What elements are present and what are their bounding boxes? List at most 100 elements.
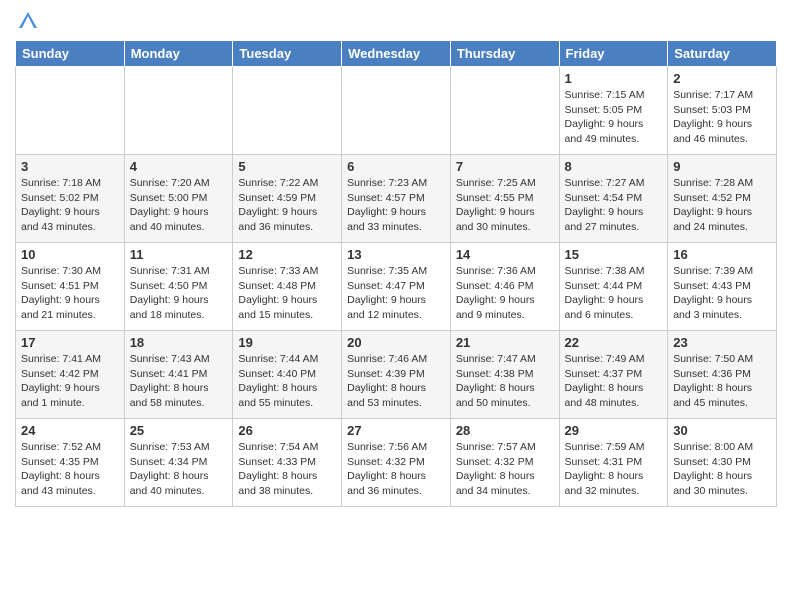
calendar-table: SundayMondayTuesdayWednesdayThursdayFrid… [15, 40, 777, 507]
day-number: 16 [673, 247, 771, 262]
day-number: 8 [565, 159, 663, 174]
day-info: Sunrise: 7:49 AM Sunset: 4:37 PM Dayligh… [565, 352, 663, 411]
calendar-cell: 26Sunrise: 7:54 AM Sunset: 4:33 PM Dayli… [233, 419, 342, 507]
calendar-cell: 4 Sunrise: 7:20 AM Sunset: 5:00 PM Daylig… [124, 155, 233, 243]
day-number: 2 [673, 71, 771, 86]
day-number: 22 [565, 335, 663, 350]
day-info: Sunrise: 7:54 AM Sunset: 4:33 PM Dayligh… [238, 440, 336, 499]
day-info: Sunrise: 7:43 AM Sunset: 4:41 PM Dayligh… [130, 352, 228, 411]
calendar-cell: 7 Sunrise: 7:25 AM Sunset: 4:55 PM Daylig… [450, 155, 559, 243]
calendar-body: 1Sunrise: 7:15 AM Sunset: 5:05 PM Daylig… [16, 67, 777, 507]
day-info: Sunrise: 7:36 AM Sunset: 4:46 PM Dayligh… [456, 264, 554, 323]
day-number: 4 [130, 159, 228, 174]
calendar-cell: 28 Sunrise: 7:57 AM Sunset: 4:32 PM Dayli… [450, 419, 559, 507]
day-info: Sunrise: 7:57 AM Sunset: 4:32 PM Dayligh… [456, 440, 554, 499]
day-info: Sunrise: 7:52 AM Sunset: 4:35 PM Dayligh… [21, 440, 119, 499]
day-info: Sunrise: 7:30 AM Sunset: 4:51 PM Dayligh… [21, 264, 119, 323]
calendar-cell: 3 Sunrise: 7:18 AM Sunset: 5:02 PM Daylig… [16, 155, 125, 243]
calendar-cell: 14 Sunrise: 7:36 AM Sunset: 4:46 PM Dayli… [450, 243, 559, 331]
calendar-cell: 19 Sunrise: 7:44 AM Sunset: 4:40 PM Dayli… [233, 331, 342, 419]
day-number: 6 [347, 159, 445, 174]
day-number: 27 [347, 423, 445, 438]
calendar-cell [233, 67, 342, 155]
day-number: 23 [673, 335, 771, 350]
logo [15, 10, 39, 32]
day-info: Sunrise: 7:39 AM Sunset: 4:43 PM Dayligh… [673, 264, 771, 323]
day-info: Sunrise: 7:20 AM Sunset: 5:00 PM Dayligh… [130, 176, 228, 235]
calendar-cell: 21 Sunrise: 7:47 AM Sunset: 4:38 PM Dayli… [450, 331, 559, 419]
calendar-cell: 29Sunrise: 7:59 AM Sunset: 4:31 PM Dayli… [559, 419, 668, 507]
calendar-cell: 1Sunrise: 7:15 AM Sunset: 5:05 PM Daylig… [559, 67, 668, 155]
day-number: 12 [238, 247, 336, 262]
calendar-cell: 18 Sunrise: 7:43 AM Sunset: 4:41 PM Dayli… [124, 331, 233, 419]
calendar-cell: 8 Sunrise: 7:27 AM Sunset: 4:54 PM Daylig… [559, 155, 668, 243]
page-container: SundayMondayTuesdayWednesdayThursdayFrid… [0, 0, 792, 517]
calendar-cell: 11Sunrise: 7:31 AM Sunset: 4:50 PM Dayli… [124, 243, 233, 331]
calendar-header-monday: Monday [124, 41, 233, 67]
calendar-cell: 23 Sunrise: 7:50 AM Sunset: 4:36 PM Dayli… [668, 331, 777, 419]
calendar-cell [450, 67, 559, 155]
logo-general [15, 10, 39, 32]
day-number: 5 [238, 159, 336, 174]
calendar-cell: 13Sunrise: 7:35 AM Sunset: 4:47 PM Dayli… [342, 243, 451, 331]
calendar-week-0: 1Sunrise: 7:15 AM Sunset: 5:05 PM Daylig… [16, 67, 777, 155]
logo-text [15, 10, 39, 32]
day-info: Sunrise: 7:18 AM Sunset: 5:02 PM Dayligh… [21, 176, 119, 235]
calendar-header-thursday: Thursday [450, 41, 559, 67]
day-info: Sunrise: 7:47 AM Sunset: 4:38 PM Dayligh… [456, 352, 554, 411]
calendar-cell: 9 Sunrise: 7:28 AM Sunset: 4:52 PM Daylig… [668, 155, 777, 243]
day-info: Sunrise: 7:28 AM Sunset: 4:52 PM Dayligh… [673, 176, 771, 235]
day-number: 7 [456, 159, 554, 174]
calendar-cell: 24Sunrise: 7:52 AM Sunset: 4:35 PM Dayli… [16, 419, 125, 507]
day-info: Sunrise: 7:44 AM Sunset: 4:40 PM Dayligh… [238, 352, 336, 411]
day-number: 14 [456, 247, 554, 262]
calendar-week-3: 17 Sunrise: 7:41 AM Sunset: 4:42 PM Dayli… [16, 331, 777, 419]
calendar-header-tuesday: Tuesday [233, 41, 342, 67]
header [15, 10, 777, 32]
day-info: Sunrise: 7:38 AM Sunset: 4:44 PM Dayligh… [565, 264, 663, 323]
calendar-cell: 2 Sunrise: 7:17 AM Sunset: 5:03 PM Daylig… [668, 67, 777, 155]
calendar-cell: 27 Sunrise: 7:56 AM Sunset: 4:32 PM Dayli… [342, 419, 451, 507]
day-info: Sunrise: 7:31 AM Sunset: 4:50 PM Dayligh… [130, 264, 228, 323]
day-number: 15 [565, 247, 663, 262]
day-number: 9 [673, 159, 771, 174]
day-info: Sunrise: 7:27 AM Sunset: 4:54 PM Dayligh… [565, 176, 663, 235]
day-info: Sunrise: 7:22 AM Sunset: 4:59 PM Dayligh… [238, 176, 336, 235]
calendar-header-saturday: Saturday [668, 41, 777, 67]
calendar-cell: 12Sunrise: 7:33 AM Sunset: 4:48 PM Dayli… [233, 243, 342, 331]
day-number: 30 [673, 423, 771, 438]
day-info: Sunrise: 7:46 AM Sunset: 4:39 PM Dayligh… [347, 352, 445, 411]
calendar-cell: 10 Sunrise: 7:30 AM Sunset: 4:51 PM Dayli… [16, 243, 125, 331]
day-number: 10 [21, 247, 119, 262]
day-info: Sunrise: 7:41 AM Sunset: 4:42 PM Dayligh… [21, 352, 119, 411]
day-info: Sunrise: 7:17 AM Sunset: 5:03 PM Dayligh… [673, 88, 771, 147]
calendar-cell: 25Sunrise: 7:53 AM Sunset: 4:34 PM Dayli… [124, 419, 233, 507]
calendar-cell [124, 67, 233, 155]
day-number: 17 [21, 335, 119, 350]
day-info: Sunrise: 7:25 AM Sunset: 4:55 PM Dayligh… [456, 176, 554, 235]
calendar-cell: 16 Sunrise: 7:39 AM Sunset: 4:43 PM Dayli… [668, 243, 777, 331]
calendar-header-friday: Friday [559, 41, 668, 67]
calendar-header-sunday: Sunday [16, 41, 125, 67]
day-number: 1 [565, 71, 663, 86]
day-number: 18 [130, 335, 228, 350]
calendar-cell [342, 67, 451, 155]
day-number: 28 [456, 423, 554, 438]
calendar-header-row: SundayMondayTuesdayWednesdayThursdayFrid… [16, 41, 777, 67]
calendar-cell [16, 67, 125, 155]
calendar-cell: 15 Sunrise: 7:38 AM Sunset: 4:44 PM Dayli… [559, 243, 668, 331]
logo-icon [17, 10, 39, 32]
calendar-cell: 6 Sunrise: 7:23 AM Sunset: 4:57 PM Daylig… [342, 155, 451, 243]
day-number: 13 [347, 247, 445, 262]
day-number: 19 [238, 335, 336, 350]
calendar-cell: 5 Sunrise: 7:22 AM Sunset: 4:59 PM Daylig… [233, 155, 342, 243]
day-info: Sunrise: 7:23 AM Sunset: 4:57 PM Dayligh… [347, 176, 445, 235]
day-number: 21 [456, 335, 554, 350]
calendar-header-wednesday: Wednesday [342, 41, 451, 67]
day-info: Sunrise: 7:56 AM Sunset: 4:32 PM Dayligh… [347, 440, 445, 499]
day-number: 3 [21, 159, 119, 174]
day-number: 29 [565, 423, 663, 438]
day-info: Sunrise: 7:50 AM Sunset: 4:36 PM Dayligh… [673, 352, 771, 411]
calendar-week-1: 3 Sunrise: 7:18 AM Sunset: 5:02 PM Daylig… [16, 155, 777, 243]
calendar-cell: 22 Sunrise: 7:49 AM Sunset: 4:37 PM Dayli… [559, 331, 668, 419]
